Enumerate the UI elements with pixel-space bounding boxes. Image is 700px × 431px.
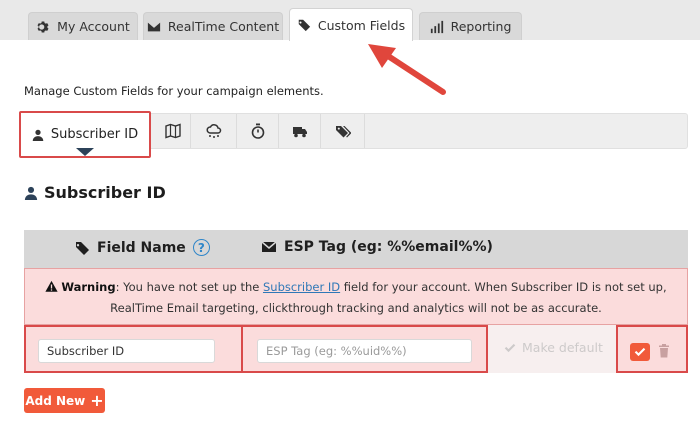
subtab-timer[interactable]	[237, 114, 279, 148]
subtab-weather[interactable]	[191, 114, 237, 148]
make-default-cell: Make default	[488, 325, 616, 373]
tab-reporting[interactable]: Reporting	[419, 12, 522, 40]
table-row: Make default	[24, 325, 688, 373]
tag-icon	[75, 241, 89, 255]
stopwatch-icon	[251, 123, 264, 139]
field-name-cell	[24, 325, 243, 373]
warning-text: : You have not set up the	[115, 280, 263, 294]
esp-tag-cell	[241, 325, 488, 373]
section-title-text: Subscriber ID	[44, 183, 166, 202]
make-default-button[interactable]: Make default	[504, 340, 603, 355]
field-name-input[interactable]	[38, 339, 215, 363]
subscriber-id-link[interactable]: Subscriber ID	[263, 280, 340, 294]
gear-icon	[37, 20, 49, 33]
warning-banner: Warning: You have not set up the Subscri…	[24, 268, 688, 325]
subtab-shipping[interactable]	[279, 114, 321, 148]
user-icon	[32, 129, 44, 141]
esp-tag-input[interactable]	[257, 339, 472, 363]
column-esp-tag: ESP Tag (eg: %%email%%)	[261, 239, 493, 255]
warning-label: Warning	[61, 280, 116, 294]
check-icon	[634, 347, 646, 357]
bar-chart-icon	[430, 20, 443, 33]
user-icon	[24, 186, 38, 200]
column-label: Field Name	[97, 239, 186, 256]
check-icon	[504, 343, 516, 352]
tag-icon	[297, 19, 310, 32]
subtab-map[interactable]	[155, 114, 191, 148]
tab-label: Custom Fields	[317, 17, 406, 33]
subtab-tags[interactable]	[321, 114, 365, 148]
truck-icon	[292, 127, 307, 138]
confirm-button[interactable]	[630, 343, 650, 361]
field-type-tab-bar: Subscriber ID	[19, 111, 688, 158]
column-label: ESP Tag (eg: %%email%%)	[284, 239, 493, 255]
section-title: Subscriber ID	[24, 183, 166, 202]
weather-icon	[206, 124, 221, 138]
warning-icon	[45, 280, 58, 292]
row-actions-cell	[616, 325, 688, 373]
column-field-name: Field Name ?	[74, 239, 210, 256]
tab-my-account[interactable]: My Account	[28, 12, 138, 40]
tab-label: Reporting	[450, 19, 512, 34]
map-icon	[164, 123, 181, 139]
add-new-label: Add New	[25, 393, 86, 408]
fields-table-header: Field Name ? ESP Tag (eg: %%email%%)	[24, 230, 688, 268]
active-tab-caret	[76, 148, 94, 156]
make-default-label: Make default	[522, 340, 603, 355]
intro-text: Manage Custom Fields for your campaign e…	[24, 84, 324, 98]
add-new-button[interactable]: Add New +	[24, 388, 105, 413]
plus-icon: +	[90, 390, 104, 410]
help-icon[interactable]: ?	[192, 239, 210, 256]
tab-label: My Account	[57, 19, 130, 34]
envelope-icon	[261, 241, 277, 252]
trash-icon[interactable]	[658, 344, 670, 358]
tab-custom-fields[interactable]: Custom Fields	[289, 8, 413, 41]
annotation-arrow-icon	[368, 44, 446, 95]
subtab-label: Subscriber ID	[50, 127, 139, 142]
tab-realtime-content[interactable]: RealTime Content	[143, 12, 283, 40]
envelope-icon	[147, 22, 160, 31]
tab-label: RealTime Content	[167, 19, 280, 34]
tags-icon	[335, 126, 351, 138]
